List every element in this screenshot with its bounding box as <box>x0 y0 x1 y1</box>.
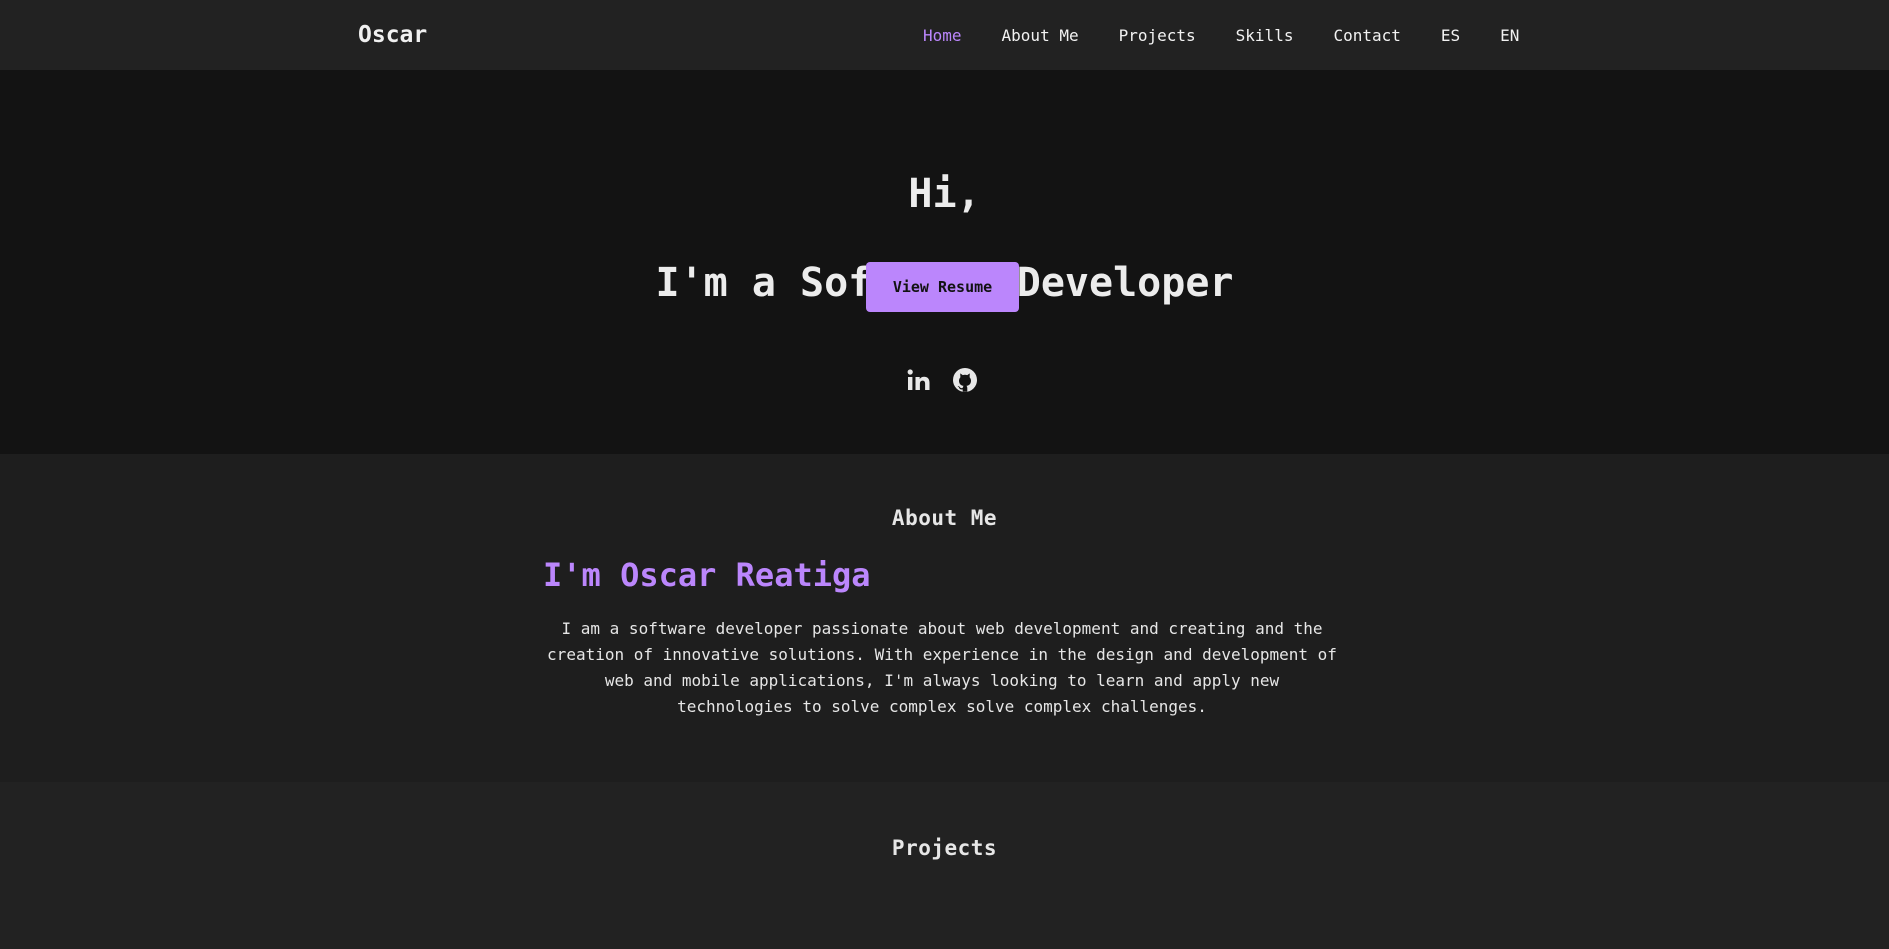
view-resume-button[interactable]: View Resume <box>866 262 1019 312</box>
about-name-heading: I'm Oscar Reatiga <box>543 556 871 594</box>
hero-section: Hi, I'm a Software Developer View Resume <box>0 70 1889 454</box>
nav-link-skills[interactable]: Skills <box>1236 26 1294 45</box>
social-links <box>905 366 979 394</box>
hero-greeting: Hi, <box>908 171 981 217</box>
brand-logo[interactable]: Oscar <box>358 0 427 70</box>
projects-section: Projects <box>0 782 1889 949</box>
language-en-link[interactable]: EN <box>1500 26 1519 45</box>
main-nav: Home About Me Projects Skills Contact ES… <box>923 0 1519 70</box>
nav-link-contact[interactable]: Contact <box>1333 26 1400 45</box>
nav-link-about-me[interactable]: About Me <box>1002 26 1079 45</box>
nav-link-projects[interactable]: Projects <box>1119 26 1196 45</box>
about-description: I am a software developer passionate abo… <box>547 619 1337 716</box>
github-icon[interactable] <box>951 366 979 394</box>
projects-section-title: Projects <box>891 836 998 860</box>
linkedin-icon[interactable] <box>905 366 933 394</box>
about-section: About Me I'm Oscar Reatiga I am a softwa… <box>0 454 1889 782</box>
about-section-title: About Me <box>891 506 998 530</box>
nav-link-home[interactable]: Home <box>923 26 962 45</box>
language-es-link[interactable]: ES <box>1441 26 1460 45</box>
top-navigation-bar: Oscar Home About Me Projects Skills Cont… <box>0 0 1889 70</box>
